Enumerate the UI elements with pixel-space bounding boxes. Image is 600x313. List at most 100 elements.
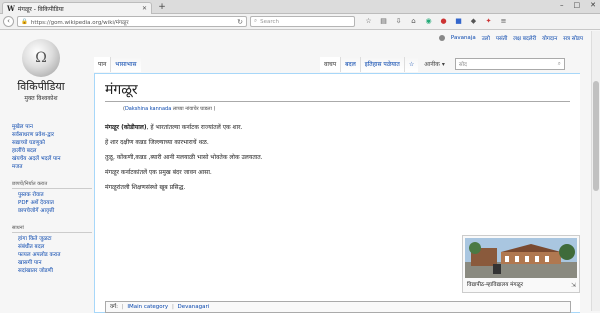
sidebar-item-help[interactable]: मजत [12,163,92,171]
category-link[interactable]: IMain category [127,304,168,310]
category-link[interactable]: Devanagari [178,304,210,310]
star-icon[interactable]: ☆ [364,17,373,26]
search-icon: ⌕ [254,18,258,24]
article-content: मंगळूर (Dakshina kannada लाच्या नांवाचेर… [94,73,580,313]
extension-icon[interactable]: ◉ [424,17,433,26]
hatnote: (Dakshina kannada लाच्या नांवाचेर घाडला … [123,106,216,112]
sidebar-item-create-book[interactable]: पुस्तक रोवात [18,191,92,199]
enlarge-icon[interactable]: ⇲ [571,282,576,289]
tab-close-icon[interactable]: ✕ [142,5,147,12]
minimize-icon[interactable]: – [560,1,564,9]
sidebar-item-special-pages[interactable]: खासगी पान [18,259,92,267]
sidebar-item-what-links-here[interactable]: हांगा किते जुळटा [18,235,92,243]
lock-icon: 🔒 [21,18,28,25]
sidebar-item-main-page[interactable]: मुखेल पान [12,123,92,131]
reload-icon[interactable]: ↻ [237,18,243,26]
wikipedia-favicon-icon: W [7,4,15,13]
pocket-icon[interactable]: ◆ [469,17,478,26]
hatnote-link[interactable]: Dakshina kannada [125,106,171,112]
tab-page[interactable]: पान [94,57,111,72]
thumbnail: विद्यापीठ-म्हाविद्यालय मंगळूर ⇲ [462,235,580,293]
tab-talk[interactable]: भासाभास [110,57,141,72]
logo-tagline: मुक्त विश्वकोश [24,95,58,102]
scrollbar-thumb[interactable] [593,81,599,191]
search-icon[interactable]: ⌕ [558,61,561,68]
page-scrollbar[interactable] [591,31,600,311]
wiki-logo[interactable]: Ω विकिपीडिया मुक्त विश्वकोश [10,39,72,102]
home-icon[interactable]: ⌂ [409,17,418,26]
wiki-search-input[interactable]: सोद ⌕ [454,58,565,70]
sidebar: मुखेल पान सर्वसाधरण प्रवेश-द्वार सद्याच्… [12,123,92,275]
browser-search-placeholder: Search [260,18,279,25]
page-title: मंगळूर [105,80,570,102]
new-tab-button[interactable]: + [156,2,168,13]
article-paragraph: मंगळूर कर्नाटकांतलें एक प्रमुख बंदर जावन… [105,169,212,176]
article-paragraph: मंगळूर (कोडीयाल), हें भारतांतल्या कर्नाट… [105,124,570,132]
browser-tab[interactable]: W मंगळूर - विकिपीडिया ✕ [2,2,152,14]
sidebar-item-printable[interactable]: छापचेजोगें आवृत्ती [18,207,92,215]
article-paragraph: तुळू, कोंकणी,कन्नड ,ब्यारी आनी मलयाळी भा… [105,154,263,161]
sidebar-item-recent-changes[interactable]: हालींचे बदल [12,147,92,155]
personal-link-preferences[interactable]: पसंती [496,34,507,42]
view-tabs: वाचप बदल इतिहास पळेयात ☆ आनीक ▾ सोद ⌕ [320,57,565,72]
sidebar-item-permanent-link[interactable]: सदांखातर जोडणी [18,267,92,275]
hatnote-text: लाच्या नांवाचेर घाडला ) [171,106,216,112]
thumbnail-image[interactable] [465,238,577,278]
sidebar-item-upload-file[interactable]: फायल अपलोड करात [18,251,92,259]
browser-navbar: ‹ 🔒 https://gom.wikipedia.org/wiki/मंगळू… [0,14,600,30]
print-export-heading: छापचें/निर्यात करात [12,181,92,189]
sidebar-item-related-changes[interactable]: संबंधीत बदल [18,243,92,251]
sidebar-item-portal[interactable]: सर्वसाधरण प्रवेश-द्वार [12,131,92,139]
clipboard-icon[interactable]: ▤ [379,17,388,26]
browser-search-input[interactable]: ⌕ Search [250,16,355,27]
sidebar-item-random-page[interactable]: खंयचेंय अदलें भदलें पान [12,155,92,163]
sidebar-item-current-events[interactable]: सद्याच्यो घडणुको [12,139,92,147]
close-window-icon[interactable]: ✕ [590,1,596,9]
logo-title: विकिपीडिया [17,80,65,93]
personal-tools: Pavanaja उलो पसंती लक्ष बदलेरी योगदान सत… [438,34,583,42]
wikipedia-globe-icon: Ω [22,39,60,77]
wiki-search-placeholder: सोद [458,62,467,68]
campus-photo [465,238,577,278]
more-menu[interactable]: आनीक ▾ [418,57,451,72]
thumbnail-caption: विद्यापीठ-म्हाविद्यालय मंगळूर [467,282,523,288]
sidebar-item-download-pdf[interactable]: PDF अशें देवयात [18,199,92,207]
tab-title: मंगळूर - विकिपीडिया [17,5,64,13]
category-label: वर्ग: [110,304,119,310]
print-export-list: पुस्तक रोवात PDF अशें देवयात छापचेजोगें … [12,191,92,215]
menu-icon[interactable]: ≡ [499,17,508,26]
article-text: , हें भारतांतल्या कर्नाटक राज्यांतलें एक… [146,124,243,131]
tools-list: हांगा किते जुळटा संबंधीत बदल फायल अपलोड … [12,235,92,275]
tools-heading: साधनां [12,225,92,233]
sidebar-nav: मुखेल पान सर्वसाधरण प्रवेश-द्वार सद्याच्… [12,123,92,171]
back-button[interactable]: ‹ [3,16,14,27]
browser-tabstrip: W मंगळूर - विकिपीडिया ✕ + – □ ✕ [0,0,600,14]
personal-link-talk[interactable]: उलो [482,34,490,42]
wiki-page: Pavanaja उलो पसंती लक्ष बदलेरी योगदान सत… [0,31,591,313]
more-label: आनीक [424,61,440,68]
username-link[interactable]: Pavanaja [451,35,476,41]
category-links: वर्ग: | IMain category | Devanagari [105,301,571,313]
translate-icon[interactable]: ■ [454,17,463,26]
article-paragraph: मंगळूरांतली शिक्षणसंस्थो खूब प्रसिद्ध. [105,184,186,191]
personal-link-logout[interactable]: सत्र सोडप [563,34,583,42]
toolbar-icons: ☆ ▤ ⇩ ⌂ ◉ ● ■ ◆ ✦ ≡ [364,17,508,26]
personal-link-watchlist[interactable]: लक्ष बदलेरी [513,34,536,42]
watch-star-icon[interactable]: ☆ [403,57,419,72]
download-icon[interactable]: ⇩ [394,17,403,26]
window-controls: – □ ✕ [560,1,596,9]
chevron-down-icon: ▾ [441,61,445,68]
maximize-icon[interactable]: □ [574,1,581,9]
tab-read[interactable]: वाचप [320,57,341,72]
personal-link-contributions[interactable]: योगदान [542,34,557,42]
addon-icon[interactable]: ✦ [484,17,493,26]
adblock-icon[interactable]: ● [439,17,448,26]
tab-history[interactable]: इतिहास पळेयात [359,57,404,72]
article-subject: मंगळूर (कोडीयाल) [105,124,147,131]
article-paragraph: हें शार दक्षीण कन्नड जिल्ल्याच्या कारभार… [105,139,209,146]
namespace-tabs: पान भासाभास [94,57,141,72]
tab-edit[interactable]: बदल [340,57,360,72]
user-icon [438,35,445,41]
address-bar[interactable]: 🔒 https://gom.wikipedia.org/wiki/मंगळूर … [17,16,247,27]
url-text: https://gom.wikipedia.org/wiki/मंगळूर [30,19,129,26]
